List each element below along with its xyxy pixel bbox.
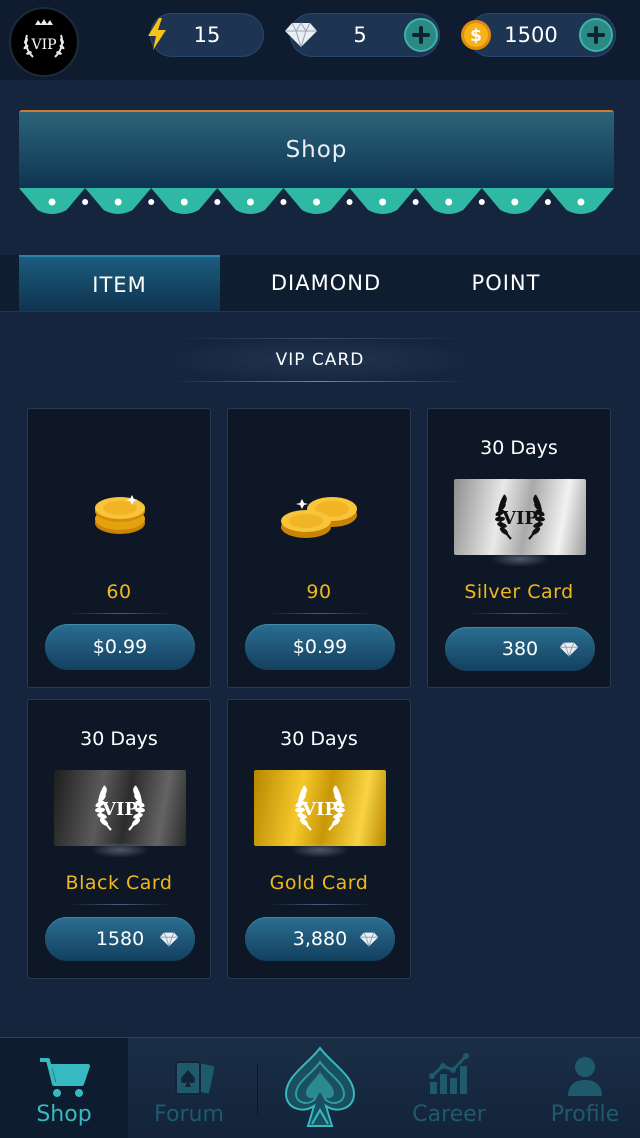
energy-counter: 15 (148, 13, 264, 57)
tabs-divider (0, 311, 640, 312)
product-card-gold[interactable]: 30 Days VIP Gold Card 3,880 (227, 699, 411, 979)
spade-logo-icon (284, 1046, 356, 1127)
page-title: Shop (285, 137, 348, 163)
energy-value: 15 (193, 23, 221, 47)
card-glow (290, 842, 350, 858)
cards-icon (175, 1061, 215, 1095)
vip-laurel-icon: VIP (295, 785, 345, 831)
coin-pile-icon (281, 497, 357, 538)
card-divider (268, 613, 372, 614)
price-label: $0.99 (92, 636, 148, 658)
coin-counter: $ 1500 (461, 13, 616, 57)
nav-separator (257, 1064, 258, 1116)
diamond-icon (559, 642, 579, 657)
cart-icon (40, 1058, 90, 1097)
product-card-coins-60[interactable]: 60 $0.99 (27, 408, 211, 688)
diamond-counter: 5 (285, 13, 440, 57)
product-card-silver[interactable]: 30 Days VIP Silver Card 380 (427, 408, 611, 688)
lightning-icon (148, 18, 166, 50)
product-card-coins-90[interactable]: 90 $0.99 (227, 408, 411, 688)
product-name: Gold Card (269, 872, 369, 894)
vip-badge[interactable]: VIP (9, 7, 79, 77)
price-label: 1580 (95, 928, 145, 950)
diamond-icon (159, 932, 179, 947)
card-divider (68, 904, 172, 905)
card-glow (90, 842, 150, 858)
nav-label: Forum (154, 1102, 224, 1127)
card-divider (468, 613, 572, 614)
bottom-navigation: Shop Forum Career Profile (0, 1037, 640, 1138)
coin-value: 1500 (504, 23, 558, 47)
vip-plate-text: VIP (501, 508, 538, 529)
diamond-value: 5 (353, 23, 367, 47)
section-title: VIP CARD (170, 338, 470, 382)
nav-label: Profile (550, 1102, 620, 1127)
duration-label: 30 Days (280, 728, 358, 750)
card-divider (268, 904, 372, 905)
duration-label: 30 Days (80, 728, 158, 750)
card-divider (68, 613, 172, 614)
diamond-icon (285, 22, 317, 48)
vip-gold-card: VIP (254, 770, 386, 846)
add-diamonds-button[interactable] (404, 18, 438, 52)
price-label: 380 (501, 638, 539, 660)
vip-black-card: VIP (54, 770, 186, 846)
product-name: 60 (106, 581, 132, 603)
price-label: $0.99 (292, 636, 348, 658)
card-glow (490, 551, 550, 567)
topbar-edge (0, 68, 640, 80)
coin-icon: $ (461, 20, 491, 50)
category-tabs: ITEM DIAMOND POINT (0, 255, 640, 311)
buy-button[interactable]: $0.99 (245, 624, 395, 670)
product-name: 90 (306, 581, 332, 603)
diamond-icon (359, 932, 379, 947)
vip-laurel-icon: VIP (495, 494, 545, 540)
vip-silver-card: VIP (454, 479, 586, 555)
nav-home-logo[interactable] (270, 1038, 370, 1138)
svg-text:VIP: VIP (30, 37, 56, 53)
nav-label: Shop (36, 1102, 92, 1127)
duration-label: 30 Days (480, 437, 558, 459)
svg-text:$: $ (470, 26, 482, 46)
buy-button[interactable]: 3,880 (245, 917, 395, 961)
tab-point[interactable]: POINT (426, 255, 586, 311)
vip-laurel-icon: VIP (95, 785, 145, 831)
buy-button[interactable]: 1580 (45, 917, 195, 961)
banner-scallop-trim (19, 188, 614, 214)
add-coins-button[interactable] (579, 18, 613, 52)
vip-plate-text: VIP (101, 799, 138, 820)
product-card-black[interactable]: 30 Days VIP Black Card 1580 (27, 699, 211, 979)
shop-banner: Shop (19, 110, 614, 190)
vip-laurel-icon: VIP (14, 12, 74, 72)
tab-item[interactable]: ITEM (19, 255, 220, 311)
nav-career[interactable]: Career (390, 1038, 508, 1138)
buy-button[interactable]: 380 (445, 627, 595, 671)
coin-stack-icon (95, 495, 145, 534)
nav-label: Career (412, 1102, 486, 1127)
nav-profile[interactable]: Profile (530, 1038, 640, 1138)
price-label: 3,880 (292, 928, 348, 950)
section-line-bottom (170, 381, 470, 382)
buy-button[interactable]: $0.99 (45, 624, 195, 670)
nav-forum[interactable]: Forum (128, 1038, 250, 1138)
product-name: Black Card (65, 872, 173, 894)
nav-shop[interactable]: Shop (0, 1038, 128, 1138)
product-name: Silver Card (464, 581, 574, 603)
tab-diamond[interactable]: DIAMOND (226, 255, 426, 311)
chart-icon (429, 1053, 469, 1094)
vip-plate-text: VIP (301, 799, 338, 820)
person-icon (568, 1057, 602, 1096)
